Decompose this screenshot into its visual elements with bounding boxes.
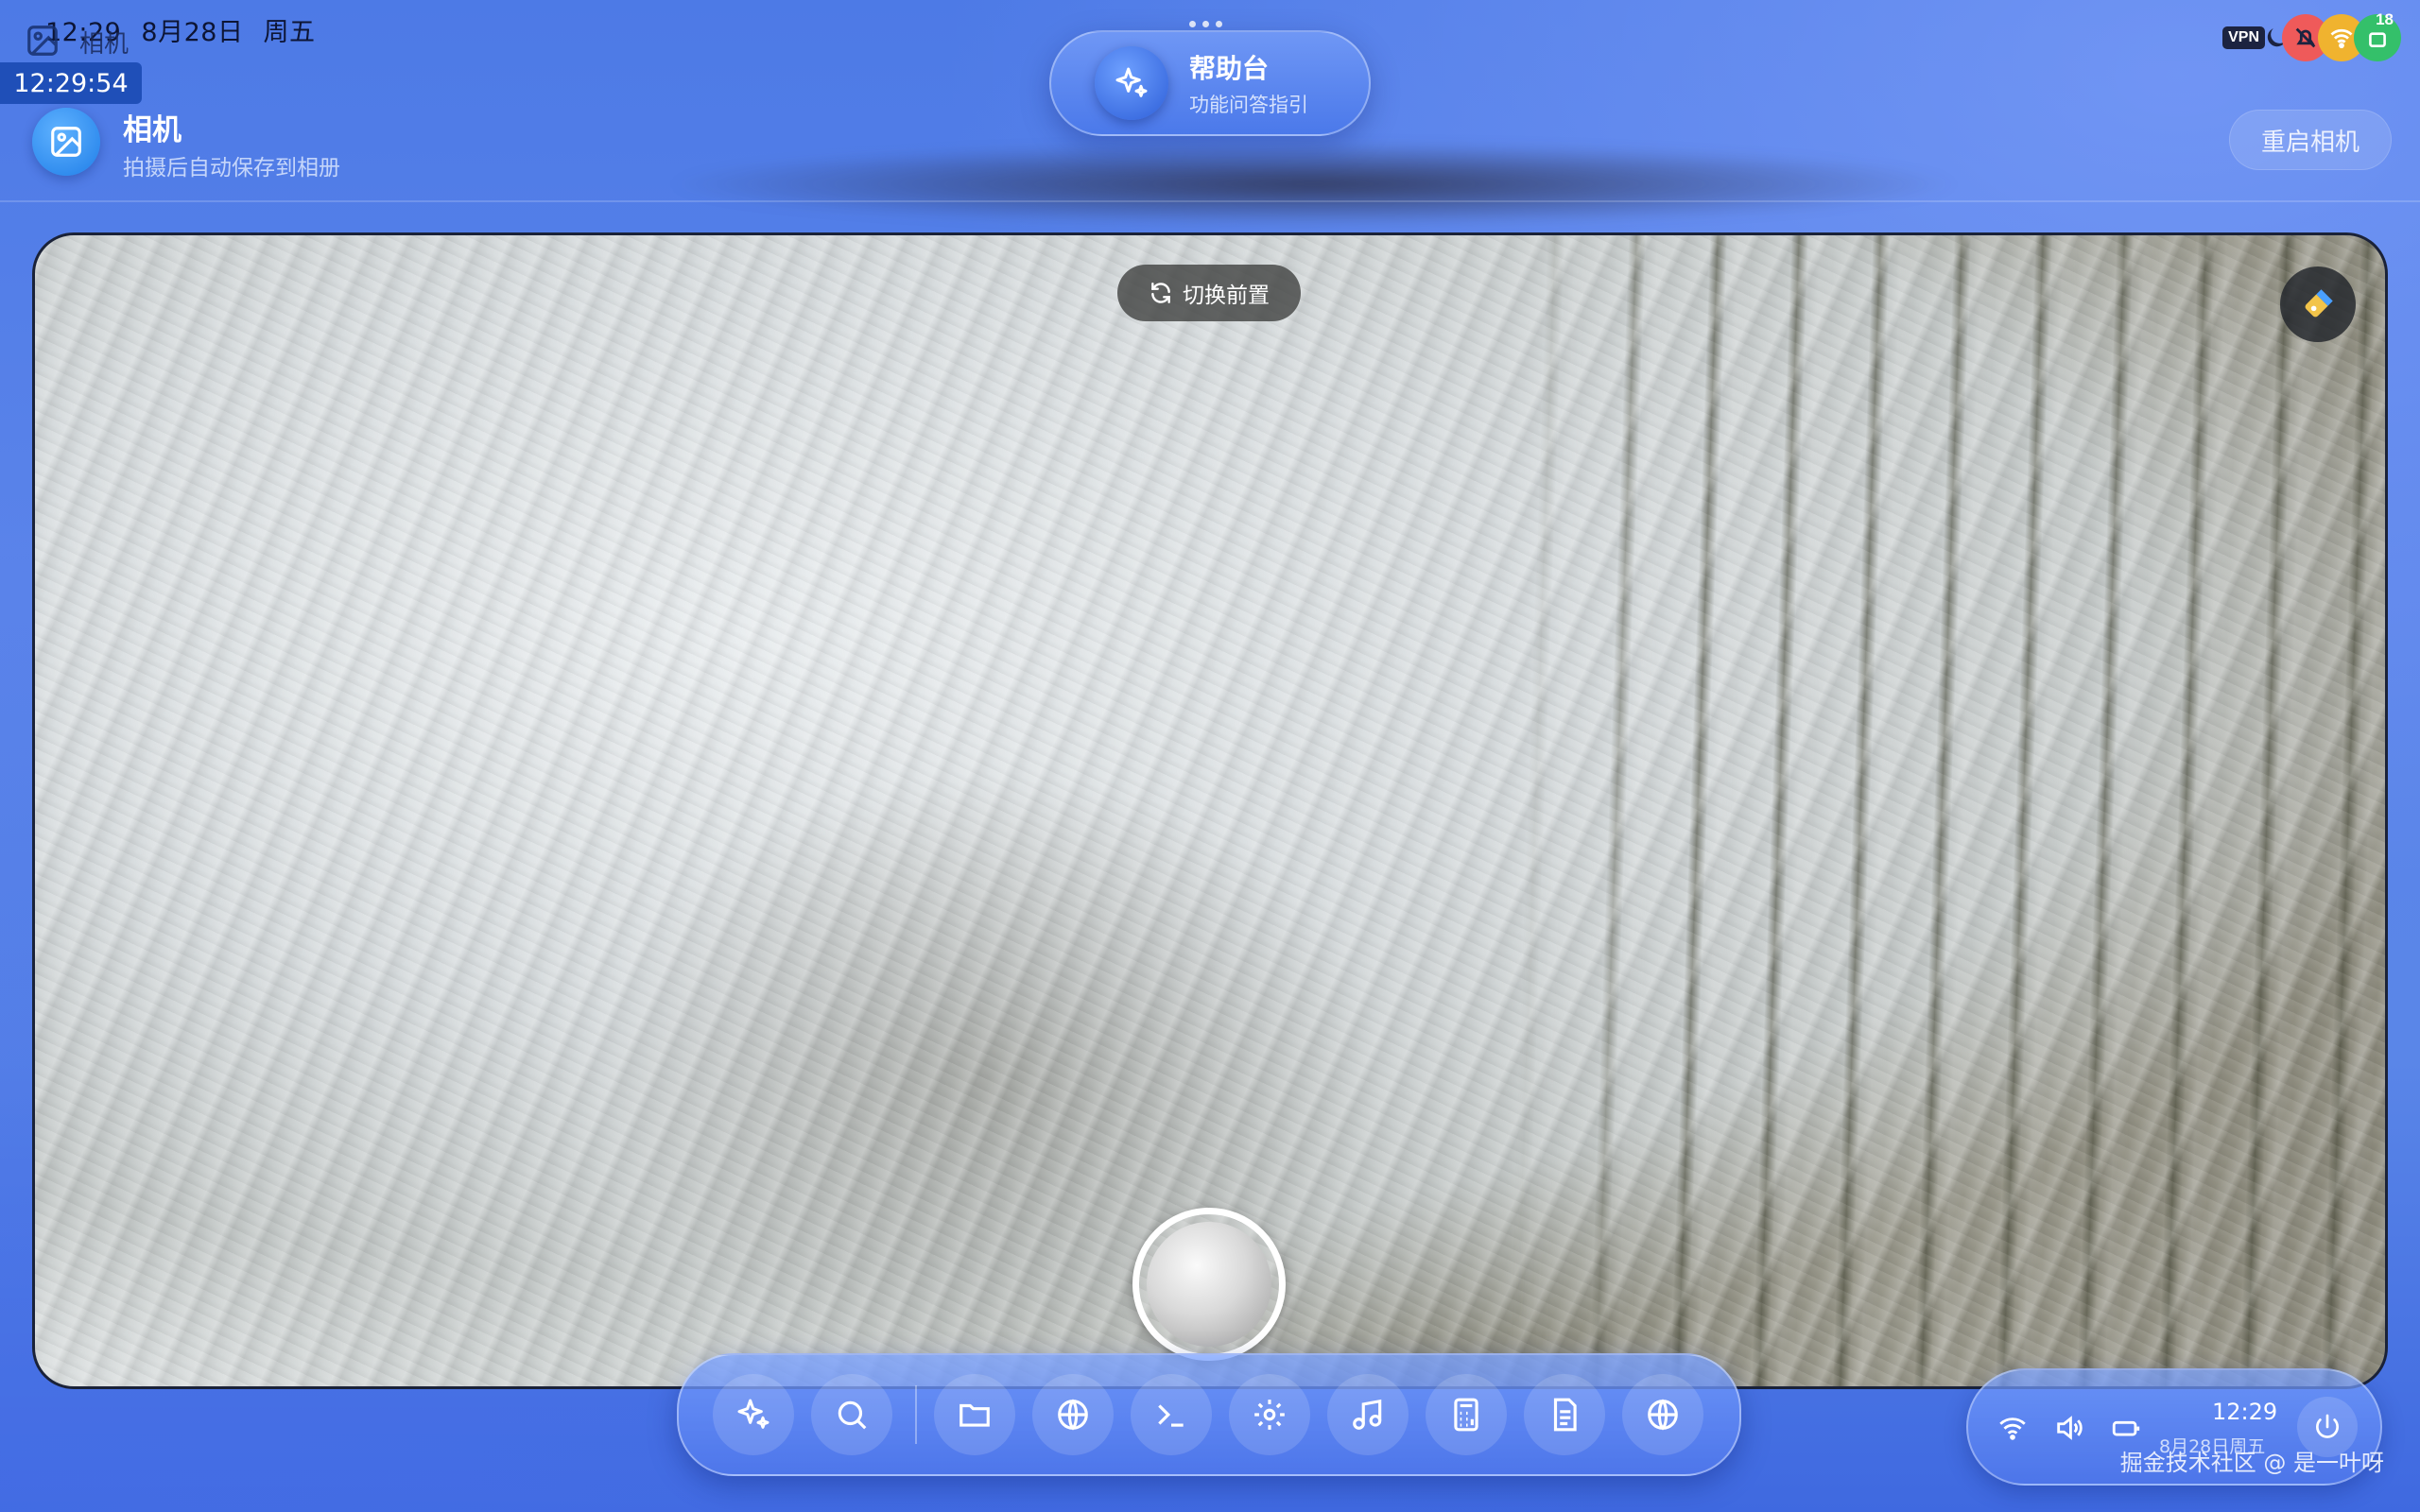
search-icon <box>838 1400 867 1430</box>
globe-icon <box>1648 1399 1678 1431</box>
document-icon <box>1553 1398 1577 1432</box>
dock-settings-button[interactable] <box>1229 1374 1310 1455</box>
app-title: 相机 <box>123 113 182 147</box>
flashlight-button[interactable] <box>2280 266 2356 342</box>
music-icon <box>1353 1399 1382 1430</box>
power-icon <box>2316 1414 2339 1438</box>
tray-time: 12:29 <box>2212 1399 2278 1425</box>
calculator-icon <box>1454 1398 1478 1432</box>
globe-icon <box>1058 1399 1088 1431</box>
dock-calculator-button[interactable] <box>1426 1374 1507 1455</box>
switch-camera-label: 切换前置 <box>1183 284 1270 308</box>
flashlight-icon <box>2305 289 2333 318</box>
drag-handle[interactable] <box>1189 21 1222 27</box>
tray-icons <box>1996 1412 2142 1448</box>
help-desk-pill[interactable]: 帮助台 功能问答指引 <box>1049 30 1371 136</box>
dock-files-button[interactable] <box>934 1374 1015 1455</box>
gear-icon <box>1254 1400 1285 1430</box>
shutter-inner <box>1147 1222 1271 1347</box>
window-image-icon <box>25 23 60 59</box>
dock-notes-button[interactable] <box>1524 1374 1605 1455</box>
help-desk-text: 帮助台 功能问答指引 <box>1189 48 1308 118</box>
help-desk-subtitle: 功能问答指引 <box>1189 94 1308 116</box>
dock-search-button[interactable] <box>811 1374 892 1455</box>
watermark-text: 掘金技术社区 @ 是一叶呀 <box>2119 1450 2384 1476</box>
dock-assistant-button[interactable] <box>713 1374 794 1455</box>
wifi-icon[interactable] <box>1996 1412 2029 1448</box>
dock-terminal-button[interactable] <box>1131 1374 1212 1455</box>
dock-separator <box>915 1385 917 1444</box>
notification-count-badge: 18 <box>2376 10 2394 28</box>
dock-browser-button[interactable] <box>1032 1374 1114 1455</box>
camera-app-icon <box>32 108 100 176</box>
sparkle-icon <box>1095 46 1168 120</box>
sparkle-icon <box>737 1399 769 1429</box>
dock <box>677 1353 1741 1476</box>
status-indicators: VPN 18 <box>2222 10 2401 64</box>
notification-center-icon[interactable]: 18 <box>2354 10 2401 61</box>
volume-icon[interactable] <box>2053 1412 2085 1448</box>
restart-camera-button[interactable]: 重启相机 <box>2229 110 2392 170</box>
help-desk-title: 帮助台 <box>1189 53 1270 84</box>
dock-web-button[interactable] <box>1622 1374 1703 1455</box>
status-date: 8月28日 <box>141 18 244 47</box>
app-subtitle: 拍摄后自动保存到相册 <box>123 156 340 180</box>
folder-icon <box>959 1403 990 1427</box>
rotate-icon <box>1151 283 1170 303</box>
terminal-icon <box>1158 1404 1184 1427</box>
battery-icon[interactable] <box>2110 1412 2142 1448</box>
status-weekday: 周五 <box>263 18 316 47</box>
shutter-button[interactable] <box>1132 1208 1286 1361</box>
window-title: 相机 <box>79 30 130 59</box>
dock-music-button[interactable] <box>1327 1374 1409 1455</box>
switch-camera-button[interactable]: 切换前置 <box>1117 265 1301 321</box>
